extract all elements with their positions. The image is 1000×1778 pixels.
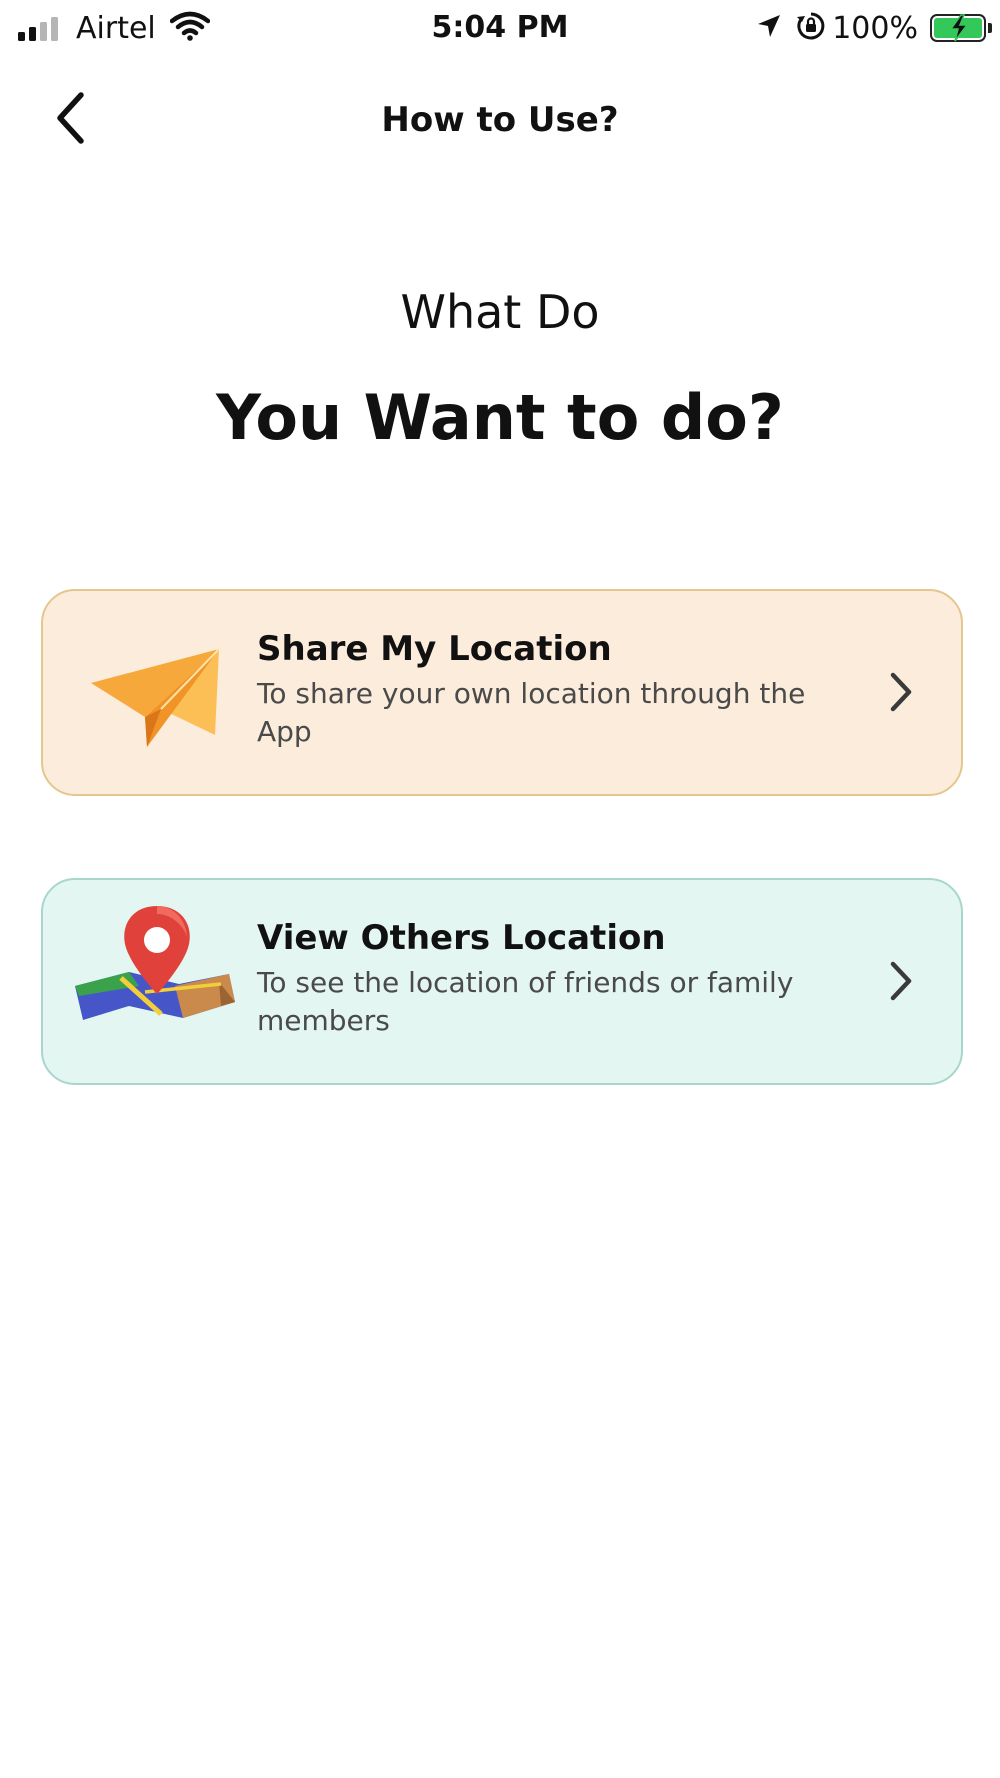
battery-percent: 100% xyxy=(832,10,918,46)
share-my-location-description: To share your own location through the A… xyxy=(257,677,806,748)
view-others-location-title: View Others Location xyxy=(257,918,666,958)
heading-line-2: You Want to do? xyxy=(216,381,784,454)
location-arrow-icon xyxy=(756,13,782,43)
heading-line-1: What Do xyxy=(400,285,600,339)
map-pin-icon xyxy=(71,902,241,1046)
share-my-location-title: Share My Location xyxy=(257,629,612,669)
paper-plane-icon xyxy=(87,643,227,757)
share-my-location-card[interactable]: Share My Location To share your own loca… xyxy=(41,589,963,796)
share-my-location-text: Share My Location To share your own loca… xyxy=(257,627,817,751)
rotation-lock-icon xyxy=(796,11,826,45)
battery-charging-icon xyxy=(930,14,992,42)
status-bar-right: 100% xyxy=(756,8,992,48)
view-others-location-description: To see the location of friends or family… xyxy=(257,966,794,1037)
page-title: How to Use? xyxy=(381,100,619,140)
chevron-right-icon xyxy=(881,667,921,717)
status-bar: Airtel 5:04 PM 100% xyxy=(0,0,1000,56)
nav-header: How to Use? xyxy=(0,70,1000,170)
chevron-right-icon xyxy=(881,956,921,1006)
view-others-location-card[interactable]: View Others Location To see the location… xyxy=(41,878,963,1085)
view-others-location-text: View Others Location To see the location… xyxy=(257,916,817,1040)
